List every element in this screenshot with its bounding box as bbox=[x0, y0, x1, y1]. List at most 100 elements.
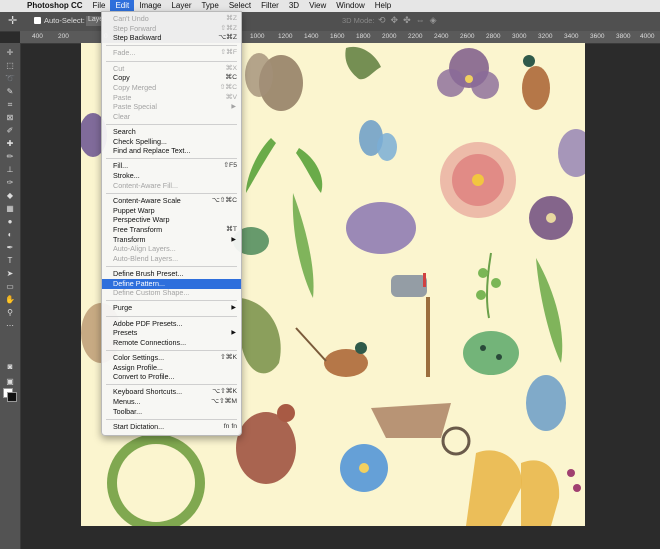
menu-item-assign-profile[interactable]: Assign Profile... bbox=[102, 363, 241, 373]
menu-item-content-aware-fill: Content-Aware Fill... bbox=[102, 181, 241, 191]
menu-item-copy-merged: Copy Merged ⇧⌘C bbox=[102, 83, 241, 93]
menu-app-name[interactable]: Photoshop CC bbox=[22, 0, 88, 12]
ruler-tick: 3000 bbox=[512, 33, 527, 40]
menu-window[interactable]: Window bbox=[331, 0, 369, 12]
wreath-illustration bbox=[107, 434, 205, 526]
background-color-swatch[interactable] bbox=[7, 392, 17, 402]
menu-item-label: Assign Profile... bbox=[113, 362, 163, 372]
menu-item-menus[interactable]: Menus... ⌥⇧⌘M bbox=[102, 397, 241, 407]
menu-item-label: Transform bbox=[113, 234, 146, 244]
menu-item-define-custom-shape: Define Custom Shape... bbox=[102, 288, 241, 298]
menu-separator bbox=[106, 124, 237, 125]
quick-mask-icon[interactable]: ◙ bbox=[0, 361, 20, 372]
menu-view[interactable]: View bbox=[304, 0, 331, 12]
beetle-illustration bbox=[463, 331, 519, 375]
eraser-tool-icon[interactable]: ◆ bbox=[0, 190, 20, 201]
menu-item-shortcut: ⌥⇧⌘K bbox=[212, 388, 237, 396]
menu-item-fill[interactable]: Fill... ⇧F5 bbox=[102, 161, 241, 171]
move-tool-icon[interactable]: ✛ bbox=[0, 47, 20, 58]
path-selection-tool-icon[interactable]: ➤ bbox=[0, 268, 20, 279]
ruler-tick: 400 bbox=[32, 33, 43, 40]
blur-tool-icon[interactable]: ● bbox=[0, 216, 20, 227]
submenu-arrow-icon: ▶ bbox=[231, 330, 236, 337]
menu-item-stroke[interactable]: Stroke... bbox=[102, 171, 241, 181]
eyedropper-tool-icon[interactable]: ✐ bbox=[0, 125, 20, 136]
marquee-tool-icon[interactable]: ⬚ bbox=[0, 60, 20, 71]
menu-item-purge[interactable]: Purge ▶ bbox=[102, 303, 241, 313]
menu-item-presets[interactable]: Presets ▶ bbox=[102, 328, 241, 338]
menu-item-label: Paste bbox=[113, 92, 132, 102]
menu-item-free-transform[interactable]: Free Transform ⌘T bbox=[102, 225, 241, 235]
menu-separator bbox=[106, 265, 237, 267]
menu-item-label: Auto-Blend Layers... bbox=[113, 253, 179, 263]
menu-filter[interactable]: Filter bbox=[256, 0, 284, 12]
lasso-tool-icon[interactable]: ➰ bbox=[0, 73, 20, 84]
menu-separator bbox=[106, 45, 237, 47]
menu-item-define-brush-preset[interactable]: Define Brush Preset... bbox=[102, 269, 241, 279]
menu-item-toolbar[interactable]: Toolbar... bbox=[102, 407, 241, 417]
menu-item-find-and-replace-text[interactable]: Find and Replace Text... bbox=[102, 146, 241, 156]
gradient-tool-icon[interactable]: ▦ bbox=[0, 203, 20, 214]
menu-item-shortcut: ⌥⌘Z bbox=[218, 34, 237, 42]
menu-item-shortcut: ⌘T bbox=[226, 225, 237, 233]
menu-item-auto-align-layers: Auto-Align Layers... bbox=[102, 244, 241, 254]
menu-item-label: Menus... bbox=[113, 397, 141, 407]
ruler-tick: 1200 bbox=[278, 33, 293, 40]
menu-separator bbox=[106, 158, 237, 160]
menu-item-perspective-warp[interactable]: Perspective Warp bbox=[102, 215, 241, 225]
menu-item-label: Adobe PDF Presets... bbox=[113, 318, 183, 328]
ruler-tick: 2200 bbox=[408, 33, 423, 40]
menu-item-start-dictation[interactable]: Start Dictation... fn fn bbox=[102, 422, 241, 432]
dodge-tool-icon[interactable]: ◐ bbox=[0, 229, 20, 240]
menu-item-transform[interactable]: Transform ▶ bbox=[102, 235, 241, 245]
menu-item-convert-to-profile[interactable]: Convert to Profile... bbox=[102, 372, 241, 382]
menu-item-step-backward[interactable]: Step Backward ⌥⌘Z bbox=[102, 33, 241, 43]
menu-item-keyboard-shortcuts[interactable]: Keyboard Shortcuts... ⌥⇧⌘K bbox=[102, 387, 241, 397]
tulip-illustration bbox=[346, 202, 416, 254]
menu-item-label: Copy Merged bbox=[113, 82, 157, 92]
menu-item-label: Find and Replace Text... bbox=[113, 146, 191, 156]
menu-item-label: Fill... bbox=[113, 161, 129, 171]
menu-item-check-spelling[interactable]: Check Spelling... bbox=[102, 137, 241, 147]
menu-item-puppet-warp[interactable]: Puppet Warp bbox=[102, 206, 241, 216]
pen-tool-icon[interactable]: ✒ bbox=[0, 242, 20, 253]
menu-item-remote-connections[interactable]: Remote Connections... bbox=[102, 338, 241, 348]
wheelbarrow-illustration bbox=[371, 403, 471, 456]
daisy-illustration bbox=[440, 142, 516, 218]
menu-item-shortcut: ⌥⇧⌘C bbox=[211, 196, 237, 204]
screen-mode-icon[interactable]: ▣ bbox=[0, 376, 20, 387]
menu-item-label: Stroke... bbox=[113, 171, 140, 181]
menu-help[interactable]: Help bbox=[370, 0, 396, 12]
menu-item-define-pattern[interactable]: Define Pattern... bbox=[102, 278, 241, 289]
hand-tool-icon[interactable]: ✋ bbox=[0, 294, 20, 305]
menu-item-copy[interactable]: Copy ⌘C bbox=[102, 73, 241, 83]
menu-item-can-t-undo: Can't Undo ⌘Z bbox=[102, 14, 241, 24]
quick-select-tool-icon[interactable]: ✎ bbox=[0, 86, 20, 97]
shape-tool-icon[interactable]: ▭ bbox=[0, 281, 20, 292]
auto-select-dropdown[interactable]: Laye bbox=[86, 16, 103, 26]
zoom-tool-icon[interactable]: ⚲ bbox=[0, 307, 20, 318]
crop-tool-icon[interactable]: ⌗ bbox=[0, 99, 20, 110]
brush-tool-icon[interactable]: ✏ bbox=[0, 151, 20, 162]
squirrel-illustration bbox=[245, 53, 303, 111]
more-tools-icon[interactable]: ⋯ bbox=[0, 320, 20, 331]
options-bar: ✛ Auto-Select: Laye 3D Mode: ⟲✥✤⇔◈ bbox=[0, 12, 660, 32]
healing-brush-tool-icon[interactable]: ✚ bbox=[0, 138, 20, 149]
auto-select-label: Auto-Select: bbox=[44, 16, 85, 25]
menu-item-paste-special: Paste Special ▶ bbox=[102, 102, 241, 112]
menu-item-color-settings[interactable]: Color Settings... ⇧⌘K bbox=[102, 353, 241, 363]
frame-tool-icon[interactable]: ⊠ bbox=[0, 112, 20, 123]
edit-menu-dropdown: Can't Undo ⌘Z Step Forward ⇧⌘Z Step Backward… bbox=[101, 11, 242, 436]
type-tool-icon[interactable]: T bbox=[0, 255, 20, 266]
move-tool-icon[interactable]: ✛ bbox=[8, 14, 17, 27]
menu-item-label: Paste Special bbox=[113, 102, 157, 112]
clone-stamp-tool-icon[interactable]: ⊥ bbox=[0, 164, 20, 175]
menu-3d[interactable]: 3D bbox=[284, 0, 304, 12]
menu-item-search[interactable]: Search bbox=[102, 127, 241, 137]
menu-item-adobe-pdf-presets[interactable]: Adobe PDF Presets... bbox=[102, 319, 241, 329]
history-brush-tool-icon[interactable]: ✑ bbox=[0, 177, 20, 188]
menu-item-content-aware-scale[interactable]: Content-Aware Scale ⌥⇧⌘C bbox=[102, 196, 241, 206]
menu-separator bbox=[106, 60, 237, 62]
3d-mode-icons[interactable]: ⟲✥✤⇔◈ bbox=[378, 15, 442, 26]
auto-select-checkbox[interactable] bbox=[34, 17, 41, 24]
